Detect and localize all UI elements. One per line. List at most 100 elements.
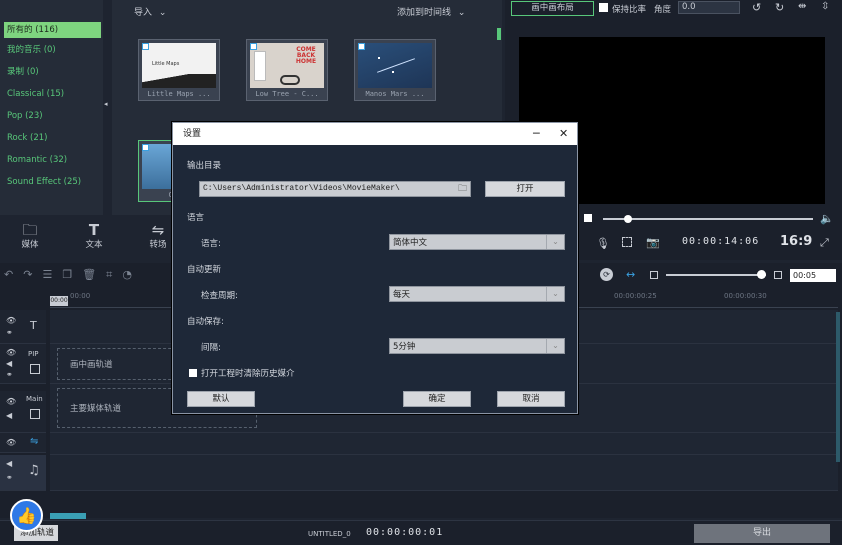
category-my-music[interactable]: 我的音乐 (0)	[4, 42, 101, 58]
fit-timeline-icon[interactable]: ↔	[626, 268, 635, 281]
aspect-ratio[interactable]: 16:9	[780, 234, 812, 249]
zoom-slider[interactable]	[666, 274, 766, 276]
category-all[interactable]: 所有的 (116)	[4, 22, 101, 38]
media-thumbnail[interactable]: Manos Mars ...	[354, 39, 436, 101]
add-to-timeline-dropdown[interactable]: 添加到时间线 ⌄	[397, 5, 465, 18]
text-track-icon: T	[30, 319, 37, 332]
rotate-right-icon[interactable]: ↻	[775, 1, 784, 14]
clear-history-label: 打开工程时清除历史媒介	[201, 369, 295, 379]
folder-icon[interactable]: 🗀	[458, 182, 467, 196]
category-classical[interactable]: Classical (15)	[4, 86, 101, 102]
chevron-down-icon: ⌄	[546, 235, 564, 249]
export-button[interactable]: 导出	[694, 524, 830, 543]
rotate-left-icon[interactable]: ↺	[752, 1, 761, 14]
close-icon[interactable]: ✕	[559, 123, 568, 145]
media-tool-label: 媒体	[21, 240, 39, 250]
angle-label: 角度	[654, 5, 672, 15]
snapshot-region-icon[interactable]	[622, 237, 632, 247]
undo-icon[interactable]: ↶	[4, 268, 23, 281]
speaker-icon[interactable]: ◀	[6, 359, 12, 368]
open-folder-button[interactable]: 打开	[485, 181, 565, 197]
flip-vertical-icon[interactable]: ⇳	[821, 1, 829, 12]
zoom-in-icon[interactable]	[774, 271, 782, 279]
media-thumbnail[interactable]: COME BACK HOME Low Tree - C...	[246, 39, 328, 101]
stop-icon[interactable]	[584, 214, 592, 222]
category-rock[interactable]: Rock (21)	[4, 130, 101, 146]
volume-icon[interactable]: 🔈	[820, 212, 834, 225]
music-track-lane[interactable]	[50, 455, 838, 491]
keep-ratio-label: 保持比率	[612, 5, 647, 15]
link-icon[interactable]: ⚭	[6, 473, 13, 482]
zoom-out-icon[interactable]	[650, 271, 658, 279]
library-scrollbar[interactable]	[497, 28, 501, 40]
collapse-sidebar-icon[interactable]: ◂	[104, 100, 109, 110]
eye-icon[interactable]: 👁	[6, 397, 16, 406]
crop-icon[interactable]: ⌗	[106, 268, 122, 281]
keep-ratio-checkbox[interactable]	[599, 3, 608, 12]
flip-horizontal-icon[interactable]: ⇹	[798, 1, 806, 12]
preview-progress-track[interactable]	[603, 218, 813, 220]
settings-dialog: 设置 ─ ✕ 输出目录 C:\Users\Administrator\Video…	[172, 122, 578, 414]
link-icon[interactable]: ⚭	[6, 328, 13, 337]
timeline-scrollbar[interactable]	[836, 312, 840, 462]
delete-icon[interactable]: 🗑	[82, 268, 106, 281]
angle-input[interactable]: 0.0	[678, 1, 740, 14]
clear-history-checkbox[interactable]	[189, 369, 197, 377]
transition-tool[interactable]: ⇋ 转场	[140, 222, 176, 250]
playhead-label[interactable]: 00:00	[50, 296, 68, 306]
zoom-value-input[interactable]: 00:05	[790, 269, 836, 282]
speed-icon[interactable]: ◔	[122, 268, 142, 281]
thumbs-up-icon[interactable]: 👍	[10, 499, 43, 532]
zoom-slider-handle[interactable]	[757, 270, 766, 279]
transition-tool-label: 转场	[149, 240, 167, 250]
eye-icon[interactable]: 👁	[6, 348, 16, 357]
media-thumbnail[interactable]: Little Maps Little Maps ...	[138, 39, 220, 101]
minimize-icon[interactable]: ─	[533, 123, 540, 145]
settings-sliders-icon[interactable]: ☰	[42, 268, 62, 281]
project-name: UNTITLED_0	[308, 530, 351, 538]
media-tool[interactable]: 🗀 媒体	[12, 222, 48, 250]
interval-label: 间隔:	[201, 343, 221, 353]
import-dropdown[interactable]: 导入 ⌄	[134, 5, 166, 18]
eye-icon[interactable]: 👁	[6, 316, 16, 325]
output-section-heading: 输出目录	[187, 161, 222, 171]
fullscreen-icon[interactable]: ⤢	[820, 236, 829, 250]
cancel-button[interactable]: 取消	[497, 391, 565, 407]
text-tool-label: 文本	[85, 240, 103, 250]
thumbnail-caption: Little Maps ...	[147, 90, 211, 98]
copy-icon[interactable]: ❐	[62, 268, 82, 281]
link-icon[interactable]: ⚭	[6, 370, 13, 379]
check-period-select[interactable]: 每天 ⌄	[389, 286, 565, 302]
snap-icon[interactable]: ⟳	[600, 268, 613, 281]
pip-layout-button[interactable]: 画中画布局	[511, 1, 594, 16]
speaker-icon[interactable]: ◀	[6, 459, 12, 468]
default-button[interactable]: 默认	[187, 391, 255, 407]
category-sound-effect[interactable]: Sound Effect (25)	[4, 174, 101, 190]
interval-select[interactable]: 5分钟 ⌄	[389, 338, 565, 354]
music-note-icon	[142, 43, 149, 50]
category-pop[interactable]: Pop (23)	[4, 108, 101, 124]
language-section-heading: 语言	[187, 213, 205, 223]
speaker-icon[interactable]: ◀	[6, 411, 12, 420]
music-track-header: ◀ ⚭ ♫	[0, 455, 46, 491]
music-note-icon	[358, 43, 365, 50]
transition-icon: ⇋	[151, 221, 165, 239]
ruler-tick: 00:00:00:30	[724, 292, 767, 300]
language-select[interactable]: 简体中文 ⌄	[389, 234, 565, 250]
horizontal-scrollbar[interactable]	[50, 513, 86, 519]
redo-icon[interactable]: ↷	[23, 268, 42, 281]
transition-track-lane[interactable]	[50, 433, 838, 455]
output-path-input[interactable]: C:\Users\Administrator\Videos\MovieMaker…	[199, 181, 471, 197]
camera-icon[interactable]: 📷	[646, 236, 660, 249]
ok-button[interactable]: 确定	[403, 391, 471, 407]
language-value: 简体中文	[393, 238, 428, 248]
text-tool[interactable]: T 文本	[76, 222, 112, 250]
eye-icon[interactable]: 👁	[6, 438, 16, 447]
chevron-down-icon: ⌄	[546, 287, 564, 301]
chevron-down-icon: ⌄	[457, 8, 466, 18]
thumbnail-caption: Low Tree - C...	[255, 90, 319, 98]
category-romantic[interactable]: Romantic (32)	[4, 152, 101, 168]
microphone-icon[interactable]: 🎙	[596, 237, 610, 250]
category-recorded[interactable]: 录制 (0)	[4, 64, 101, 80]
interval-value: 5分钟	[393, 342, 416, 352]
